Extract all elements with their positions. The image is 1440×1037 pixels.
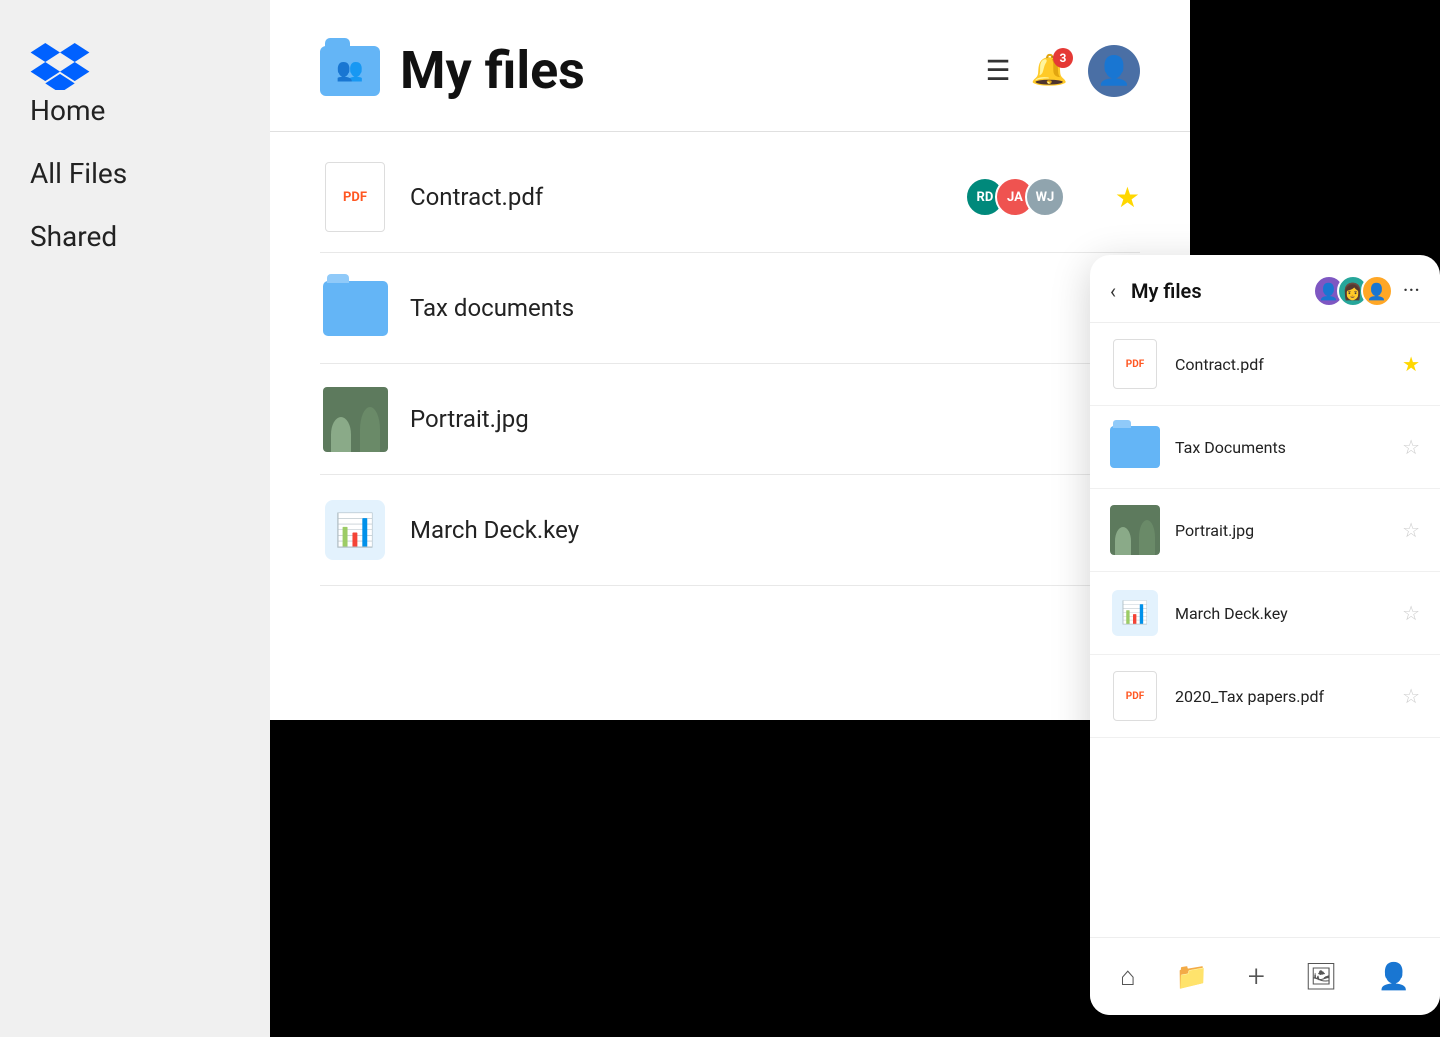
panel-photo-thumbnail [1110,505,1160,555]
more-options-button[interactable]: ··· [1403,279,1420,304]
back-button[interactable]: ‹ [1110,279,1116,303]
panel-file-name: 2020_Tax papers.pdf [1175,687,1402,706]
header-divider [270,131,1190,132]
panel-avatar: 👤 [1361,275,1393,307]
file-icon-wrap [320,384,390,454]
panel-pdf-icon: PDF [1113,339,1157,389]
panel-nav-add-icon[interactable]: + [1243,954,1270,999]
panel-file-name: Contract.pdf [1175,355,1402,374]
panel-nav-files-icon[interactable]: 📁 [1171,957,1213,997]
panel-file-row[interactable]: Portrait.jpg ☆ [1090,489,1440,572]
sidebar-item-home[interactable]: Home [30,94,240,127]
panel-file-name: March Deck.key [1175,604,1402,623]
shared-avatar: WJ [1025,177,1065,217]
folder-icon [323,281,388,336]
file-icon-wrap: PDF [320,162,390,232]
panel-file-row[interactable]: PDF 2020_Tax papers.pdf ☆ [1090,655,1440,738]
title-area: 👥 My files [320,40,585,101]
file-icon-wrap: 📊 [320,495,390,565]
panel-star-button[interactable]: ☆ [1402,684,1420,708]
panel-nav-profile-icon[interactable]: 👤 [1373,957,1415,997]
panel-pdf-icon: PDF [1113,671,1157,721]
file-row[interactable]: Portrait.jpg [320,364,1140,475]
shared-folder-people-icon: 👥 [336,58,363,83]
user-avatar-image: 👤 [1097,54,1132,87]
page-title: My files [400,40,585,101]
mobile-panel: ‹ My files 👤 👩 👤 ··· PDF Contract.pdf ★ [1090,255,1440,1015]
photo-thumbnail [323,387,388,452]
header-actions: ☰ 🔔 3 👤 [986,45,1140,97]
panel-star-button[interactable]: ☆ [1402,601,1420,625]
panel-folder-icon [1110,426,1160,468]
sidebar-item-shared[interactable]: Shared [30,220,240,253]
menu-icon[interactable]: ☰ [986,54,1011,87]
file-name: March Deck.key [410,516,1140,544]
panel-header: ‹ My files 👤 👩 👤 ··· [1090,255,1440,323]
sidebar: Home All Files Shared [0,0,270,1037]
panel-file-icon [1110,422,1160,472]
user-avatar[interactable]: 👤 [1088,45,1140,97]
panel-title: My files [1131,279,1313,303]
file-shared-avatars: RD JA WJ [965,177,1065,217]
pdf-icon: PDF [325,162,385,232]
panel-nav-home-icon[interactable]: ⌂ [1115,956,1141,997]
my-files-folder-icon: 👥 [320,46,380,96]
keynote-icon: 📊 [325,500,385,560]
panel-file-name: Tax Documents [1175,438,1402,457]
main-header: 👥 My files ☰ 🔔 3 👤 [320,40,1140,101]
notification-button[interactable]: 🔔 3 [1031,53,1068,88]
panel-file-row[interactable]: Tax Documents ☆ [1090,406,1440,489]
panel-file-list: PDF Contract.pdf ★ Tax Documents ☆ Portr… [1090,323,1440,937]
sidebar-item-all-files[interactable]: All Files [30,157,240,190]
file-row[interactable]: Tax documents [320,253,1140,364]
main-content: 👥 My files ☰ 🔔 3 👤 PDF Contract.pdf RD [270,0,1190,720]
panel-star-button[interactable]: ★ [1402,352,1420,376]
notification-badge: 3 [1053,48,1073,68]
file-name: Tax documents [410,294,1140,322]
panel-file-row[interactable]: PDF Contract.pdf ★ [1090,323,1440,406]
panel-avatars: 👤 👩 👤 [1313,275,1393,307]
panel-nav-photos-icon[interactable]: 🖼 [1300,957,1343,997]
file-row[interactable]: 📊 March Deck.key [320,475,1140,586]
panel-star-button[interactable]: ☆ [1402,435,1420,459]
panel-file-icon: PDF [1110,671,1160,721]
panel-keynote-icon: 📊 [1112,590,1158,636]
file-name: Portrait.jpg [410,405,1140,433]
file-list: PDF Contract.pdf RD JA WJ ★ Tax document… [320,142,1140,586]
panel-file-icon: 📊 [1110,588,1160,638]
star-button[interactable]: ★ [1115,181,1140,214]
file-name: Contract.pdf [410,183,965,211]
file-icon-wrap [320,273,390,343]
dropbox-logo[interactable] [30,40,240,94]
file-row[interactable]: PDF Contract.pdf RD JA WJ ★ [320,142,1140,253]
panel-bottom-nav: ⌂ 📁 + 🖼 👤 [1090,937,1440,1015]
panel-file-icon [1110,505,1160,555]
panel-star-button[interactable]: ☆ [1402,518,1420,542]
sidebar-nav: Home All Files Shared [30,94,240,283]
panel-file-name: Portrait.jpg [1175,521,1402,540]
panel-file-icon: PDF [1110,339,1160,389]
panel-file-row[interactable]: 📊 March Deck.key ☆ [1090,572,1440,655]
